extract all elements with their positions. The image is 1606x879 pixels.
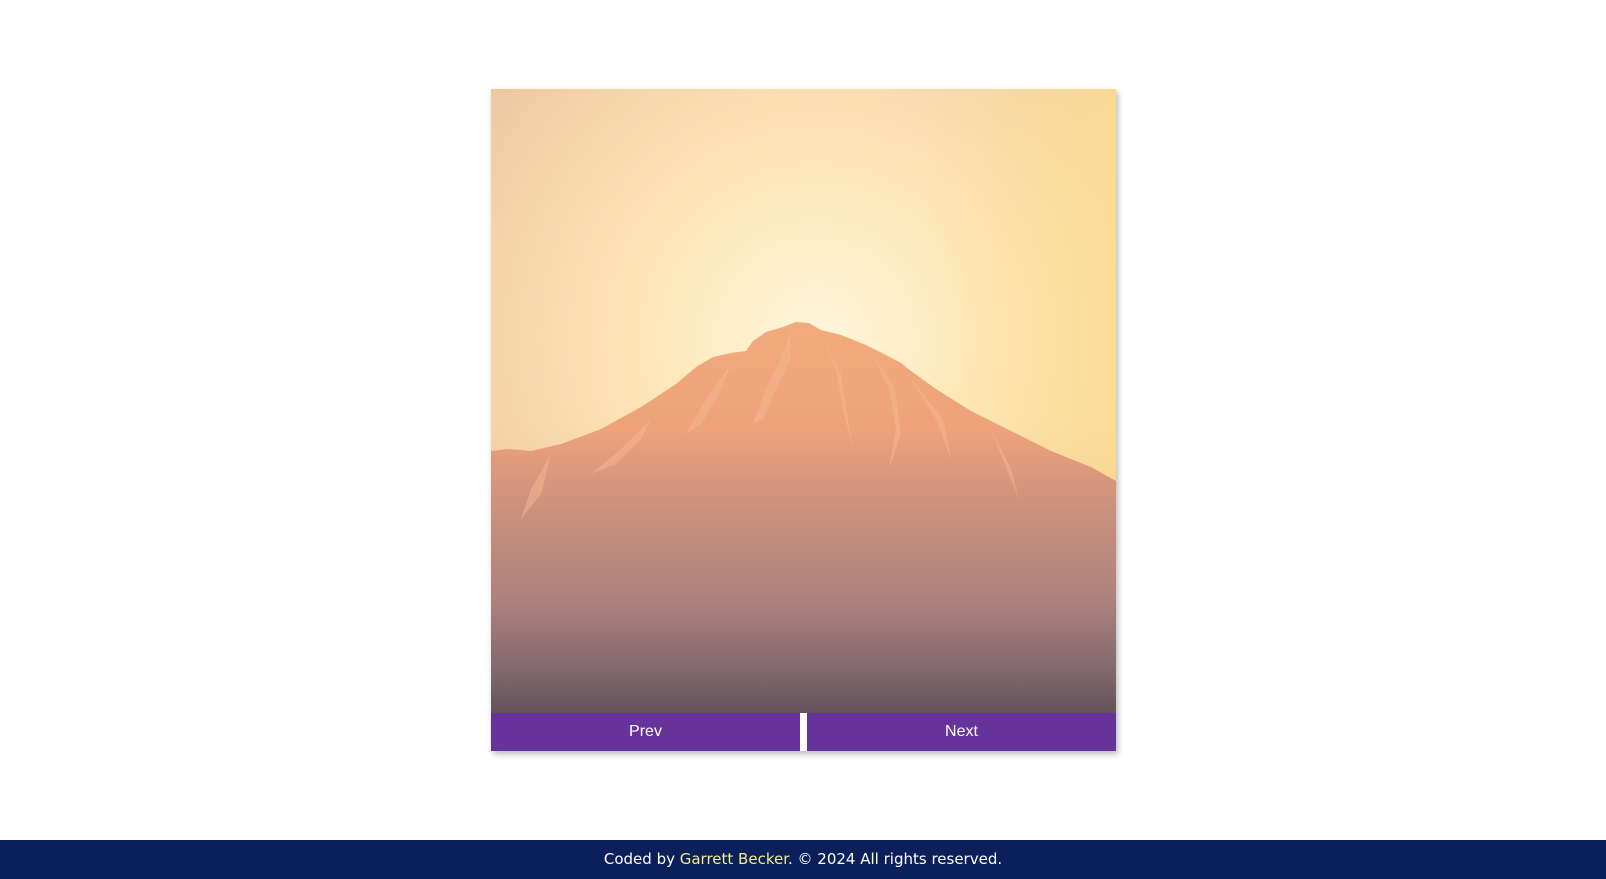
carousel-controls: Prev Next — [491, 713, 1116, 751]
footer-copyright: . © 2024 All rights reserved. — [788, 850, 1003, 868]
next-button[interactable]: Next — [807, 713, 1116, 751]
footer-prefix: Coded by — [603, 850, 680, 868]
page: Prev Next Coded by Garrett Becker. © 202… — [0, 0, 1606, 879]
image-carousel: Prev Next — [491, 89, 1116, 751]
carousel-slide — [491, 89, 1116, 713]
author-link[interactable]: Garrett Becker — [680, 850, 788, 868]
mountain-sunset-image — [491, 89, 1116, 713]
footer: Coded by Garrett Becker. © 2024 All righ… — [0, 840, 1606, 879]
prev-button[interactable]: Prev — [491, 713, 800, 751]
